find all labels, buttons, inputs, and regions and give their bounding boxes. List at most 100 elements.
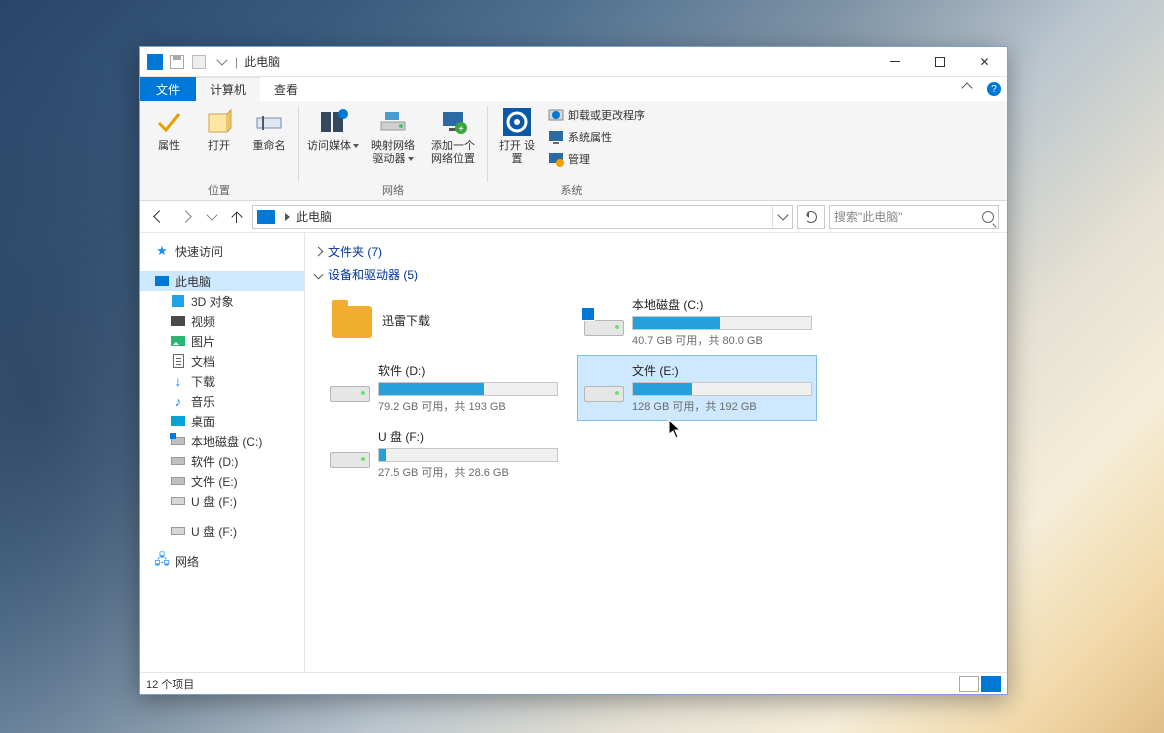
capacity-bar bbox=[378, 382, 558, 396]
nav-forward[interactable] bbox=[174, 206, 196, 228]
settings-icon bbox=[501, 106, 533, 138]
address-box[interactable]: 此电脑 bbox=[252, 205, 793, 229]
sidebar-drive-c[interactable]: 本地磁盘 (C:) bbox=[140, 431, 304, 451]
usb-icon bbox=[170, 493, 186, 509]
sidebar-quick-access[interactable]: ★快速访问 bbox=[140, 241, 304, 261]
nav-up[interactable] bbox=[226, 206, 248, 228]
address-dropdown[interactable] bbox=[772, 206, 790, 228]
sidebar-drive-f2[interactable]: U 盘 (F:) bbox=[140, 521, 304, 541]
drive-icon bbox=[330, 370, 370, 406]
tab-view[interactable]: 查看 bbox=[260, 77, 312, 101]
manage-icon bbox=[548, 151, 564, 167]
search-input[interactable]: 搜索"此电脑" bbox=[829, 205, 999, 229]
ribbon-tabs: 文件 计算机 查看 ? bbox=[140, 77, 1007, 101]
svg-text:+: + bbox=[458, 124, 464, 135]
qat-save-icon[interactable] bbox=[166, 51, 188, 73]
close-button[interactable] bbox=[962, 47, 1007, 77]
search-placeholder: 搜索"此电脑" bbox=[834, 208, 903, 225]
btn-open-settings[interactable]: 打开 设置 bbox=[494, 104, 540, 168]
media-icon bbox=[317, 106, 349, 138]
btn-access-media[interactable]: 访问媒体 bbox=[305, 104, 361, 168]
section-folders[interactable]: 文件夹 (7) bbox=[315, 243, 997, 260]
sidebar-network[interactable]: 🖧网络 bbox=[140, 551, 304, 571]
folder-icon bbox=[330, 304, 374, 340]
ribbon-collapse[interactable] bbox=[951, 77, 981, 101]
desktop-background: | 此电脑 文件 计算机 查看 ? 属性 bbox=[0, 0, 1164, 733]
sidebar-3d-objects[interactable]: 3D 对象 bbox=[140, 291, 304, 311]
maximize-button[interactable] bbox=[917, 47, 962, 77]
btn-map-drive[interactable]: 映射网络 驱动器 bbox=[365, 104, 421, 168]
btn-rename[interactable]: 重命名 bbox=[246, 104, 292, 168]
help-button[interactable]: ? bbox=[981, 77, 1007, 101]
explorer-window: | 此电脑 文件 计算机 查看 ? 属性 bbox=[139, 46, 1008, 695]
sidebar-videos[interactable]: 视频 bbox=[140, 311, 304, 331]
status-bar: 12 个项目 bbox=[140, 672, 1007, 694]
check-icon bbox=[153, 106, 185, 138]
sidebar-drive-d[interactable]: 软件 (D:) bbox=[140, 451, 304, 471]
sidebar-pictures[interactable]: 图片 bbox=[140, 331, 304, 351]
drive-icon bbox=[584, 304, 624, 340]
window-title: 此电脑 bbox=[244, 53, 280, 70]
btn-add-network[interactable]: + 添加一个 网络位置 bbox=[425, 104, 481, 168]
address-bar-row: 此电脑 搜索"此电脑" bbox=[140, 201, 1007, 233]
drive-item-d[interactable]: 软件 (D:) 79.2 GB 可用，共 193 GB bbox=[323, 355, 563, 421]
picture-icon bbox=[170, 333, 186, 349]
tab-file[interactable]: 文件 bbox=[140, 77, 196, 101]
drive-item-e[interactable]: 文件 (E:) 128 GB 可用，共 192 GB bbox=[577, 355, 817, 421]
capacity-bar bbox=[378, 448, 558, 462]
btn-sysprops[interactable]: 系统属性 bbox=[544, 126, 649, 148]
tab-computer[interactable]: 计算机 bbox=[196, 77, 260, 101]
download-icon: ↓ bbox=[170, 373, 186, 389]
capacity-bar bbox=[632, 316, 812, 330]
sidebar-desktop[interactable]: 桌面 bbox=[140, 411, 304, 431]
sysprops-icon bbox=[548, 129, 564, 145]
ribbon-group-system: 打开 设置 卸载或更改程序 系统属性 管理 bbox=[488, 102, 655, 200]
breadcrumb[interactable]: 此电脑 bbox=[296, 208, 332, 225]
section-drives[interactable]: 设备和驱动器 (5) bbox=[315, 266, 997, 283]
qat-new-icon[interactable] bbox=[188, 51, 210, 73]
drives-grid: 迅雷下载 本地磁盘 (C:) 40.7 GB 可用，共 80.0 GB bbox=[315, 289, 997, 487]
crumb-arrow-icon bbox=[285, 213, 290, 221]
uninstall-icon bbox=[548, 107, 564, 123]
sidebar-music[interactable]: ♪音乐 bbox=[140, 391, 304, 411]
btn-open[interactable]: 打开 bbox=[196, 104, 242, 168]
drive-item-f[interactable]: U 盘 (F:) 27.5 GB 可用，共 28.6 GB bbox=[323, 421, 563, 487]
app-icon[interactable] bbox=[144, 51, 166, 73]
drive-item-c[interactable]: 本地磁盘 (C:) 40.7 GB 可用，共 80.0 GB bbox=[577, 289, 817, 355]
btn-manage[interactable]: 管理 bbox=[544, 148, 649, 170]
network-icon: 🖧 bbox=[154, 553, 170, 569]
open-icon bbox=[203, 106, 235, 138]
btn-uninstall[interactable]: 卸载或更改程序 bbox=[544, 104, 649, 126]
sidebar-drive-f[interactable]: U 盘 (F:) bbox=[140, 491, 304, 511]
sidebar-downloads[interactable]: ↓下载 bbox=[140, 371, 304, 391]
refresh-icon bbox=[805, 211, 817, 223]
qat-customize[interactable] bbox=[210, 51, 232, 73]
view-details-button[interactable] bbox=[959, 676, 979, 692]
drive-item-xunlei[interactable]: 迅雷下载 bbox=[323, 289, 563, 355]
sidebar: ★快速访问 此电脑 3D 对象 视频 图片 文档 ↓下载 ♪音乐 桌面 本地磁盘… bbox=[140, 233, 305, 672]
addnet-icon: + bbox=[437, 106, 469, 138]
sidebar-documents[interactable]: 文档 bbox=[140, 351, 304, 371]
title-bar: | 此电脑 bbox=[140, 47, 1007, 77]
sidebar-drive-e[interactable]: 文件 (E:) bbox=[140, 471, 304, 491]
music-icon: ♪ bbox=[170, 393, 186, 409]
mapdrive-icon bbox=[377, 106, 409, 138]
group-label-location: 位置 bbox=[140, 182, 298, 198]
minimize-button[interactable] bbox=[872, 47, 917, 77]
drive-icon bbox=[170, 453, 186, 469]
chevron-down-icon bbox=[314, 270, 324, 280]
star-icon: ★ bbox=[154, 243, 170, 259]
sidebar-this-pc[interactable]: 此电脑 bbox=[140, 271, 304, 291]
nav-back[interactable] bbox=[148, 206, 170, 228]
window-body: ★快速访问 此电脑 3D 对象 视频 图片 文档 ↓下载 ♪音乐 桌面 本地磁盘… bbox=[140, 233, 1007, 672]
pc-icon bbox=[154, 273, 170, 289]
capacity-bar bbox=[632, 382, 812, 396]
desktop-icon bbox=[170, 413, 186, 429]
drive-icon bbox=[170, 473, 186, 489]
usb-icon bbox=[170, 523, 186, 539]
refresh-button[interactable] bbox=[797, 205, 825, 229]
btn-properties[interactable]: 属性 bbox=[146, 104, 192, 168]
view-tiles-button[interactable] bbox=[981, 676, 1001, 692]
nav-recent[interactable] bbox=[200, 206, 222, 228]
cube-icon bbox=[170, 293, 186, 309]
